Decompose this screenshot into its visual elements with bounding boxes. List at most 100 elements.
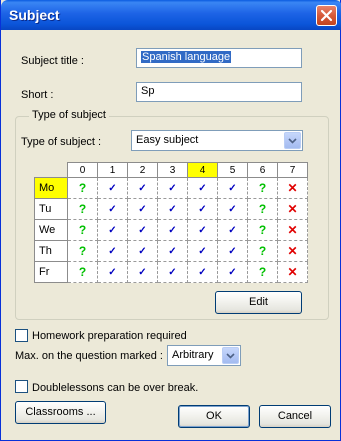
cross-icon: ✕ [287,265,298,279]
timetable-cell[interactable]: ✓ [97,198,128,220]
timetable-cell[interactable]: ✓ [127,240,158,262]
check-icon: ✓ [198,224,207,236]
timetable-cell[interactable]: ? [247,177,278,199]
day-row: Fr? ✓ ✓ ✓ ✓ ✓? ✕ [34,261,308,283]
max-dropdown-button[interactable] [222,347,239,364]
timetable-cell[interactable]: ✓ [187,177,218,199]
short-input[interactable]: Sp [136,82,302,102]
timetable-cell[interactable]: ✓ [97,177,128,199]
period-header[interactable]: 2 [127,162,158,178]
timetable-cell[interactable]: ✓ [97,261,128,283]
check-icon: ✓ [108,266,117,278]
timetable-cell[interactable]: ? [67,219,98,241]
timetable-cell[interactable]: ? [247,240,278,262]
timetable-cell[interactable]: ✓ [97,219,128,241]
check-icon: ✓ [138,224,147,236]
question-icon: ? [78,244,87,258]
timetable-cell[interactable]: ✓ [127,219,158,241]
question-icon: ? [258,223,267,237]
timetable-cell[interactable]: ✓ [157,198,188,220]
timetable-cell[interactable]: ? [247,261,278,283]
timetable-cell[interactable]: ✓ [157,240,188,262]
period-header[interactable]: 1 [97,162,128,178]
max-question-select[interactable]: Arbitrary [167,345,241,366]
period-header[interactable]: 3 [157,162,188,178]
type-dropdown-button[interactable] [284,132,301,149]
period-header[interactable]: 5 [217,162,248,178]
check-icon: ✓ [138,245,147,257]
timetable-cell[interactable]: ✓ [217,177,248,199]
cancel-button[interactable]: Cancel [259,405,331,428]
check-icon: ✓ [168,266,177,278]
check-icon: ✓ [168,224,177,236]
timetable-cell[interactable]: ? [247,198,278,220]
max-question-value: Arbitrary [172,349,214,361]
type-of-subject-value: Easy subject [136,134,199,146]
edit-button[interactable]: Edit [215,291,302,314]
day-label[interactable]: Th [34,240,68,262]
check-icon: ✓ [108,182,117,194]
question-icon: ? [258,181,267,195]
timetable-cell[interactable]: ✓ [187,198,218,220]
timetable-cell[interactable]: ? [67,177,98,199]
check-icon: ✓ [168,203,177,215]
type-of-subject-select[interactable]: Easy subject [131,130,303,151]
short-value: Sp [141,85,155,97]
timetable-cell[interactable]: ✓ [127,198,158,220]
subject-title-input[interactable]: Spanish language [136,48,302,68]
period-header[interactable]: 6 [247,162,278,178]
timetable-cell[interactable]: ✕ [277,177,308,199]
timetable-grid: 01234567 Mo? ✓ ✓ ✓ ✓ ✓? ✕ Tu? ✓ ✓ ✓ ✓ ✓? ✕ We? ✓ ✓ ✓ ✓ ✓? ✕ T… [34,162,308,283]
cross-icon: ✕ [287,223,298,237]
ok-button[interactable]: OK [178,405,250,428]
timetable-cell[interactable]: ? [67,198,98,220]
question-icon: ? [78,265,87,279]
timetable-cell[interactable]: ✓ [187,261,218,283]
day-label[interactable]: Mo [34,177,68,199]
timetable-cell[interactable]: ✕ [277,240,308,262]
classrooms-button[interactable]: Classrooms ... [15,401,106,424]
type-of-subject-label: Type of subject : [21,136,102,148]
day-label[interactable]: We [34,219,68,241]
day-label[interactable]: Fr [34,261,68,283]
timetable-cell[interactable]: ? [67,261,98,283]
timetable-cell[interactable]: ✓ [217,219,248,241]
question-icon: ? [258,265,267,279]
question-icon: ? [78,181,87,195]
timetable-cell[interactable]: ✓ [187,219,218,241]
subject-dialog: Subject Subject title : Spanish language… [0,0,341,441]
close-button[interactable] [316,5,337,26]
doublelessons-checkbox[interactable] [15,380,28,393]
timetable-cell[interactable]: ✓ [97,240,128,262]
period-header[interactable]: 7 [277,162,308,178]
title-bar[interactable]: Subject [1,0,341,30]
check-icon: ✓ [138,203,147,215]
check-icon: ✓ [138,266,147,278]
timetable-cell[interactable]: ✓ [127,261,158,283]
day-label[interactable]: Tu [34,198,68,220]
timetable-cell[interactable]: ✕ [277,219,308,241]
timetable-cell[interactable]: ? [247,219,278,241]
window-title: Subject [9,7,60,23]
check-icon: ✓ [198,203,207,215]
check-icon: ✓ [228,182,237,194]
period-header[interactable]: 4 [187,162,218,178]
check-icon: ✓ [228,203,237,215]
timetable-cell[interactable]: ✕ [277,198,308,220]
timetable-cell[interactable]: ✓ [127,177,158,199]
timetable-cell[interactable]: ✓ [157,177,188,199]
cross-icon: ✕ [287,202,298,216]
day-row: Th? ✓ ✓ ✓ ✓ ✓? ✕ [34,240,308,262]
timetable-cell[interactable]: ✓ [217,261,248,283]
period-header[interactable]: 0 [67,162,98,178]
timetable-cell[interactable]: ? [67,240,98,262]
doublelessons-label: Doublelessons can be over break. [32,382,199,394]
check-icon: ✓ [198,266,207,278]
timetable-cell[interactable]: ✓ [157,261,188,283]
timetable-cell[interactable]: ✓ [217,198,248,220]
homework-checkbox[interactable] [15,329,28,342]
timetable-cell[interactable]: ✓ [217,240,248,262]
timetable-cell[interactable]: ✓ [187,240,218,262]
timetable-cell[interactable]: ✕ [277,261,308,283]
timetable-cell[interactable]: ✓ [157,219,188,241]
